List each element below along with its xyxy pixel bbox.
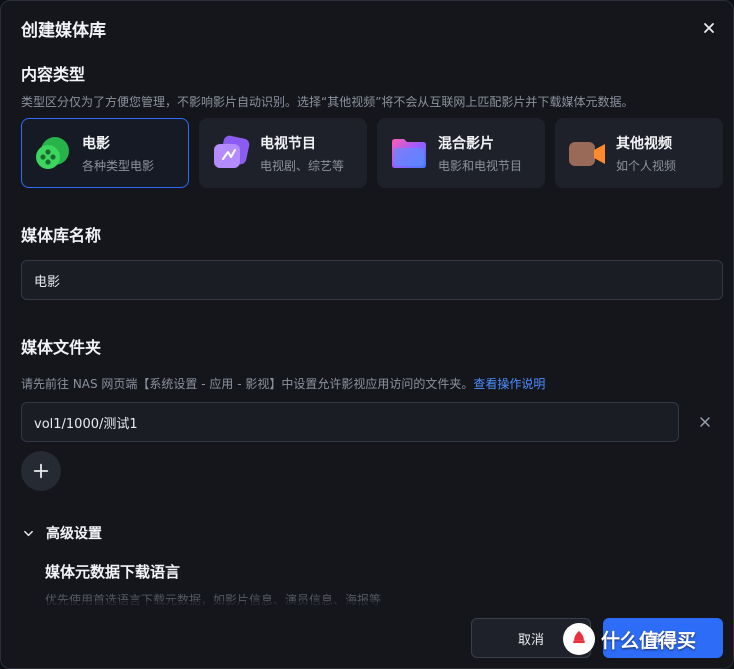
video-camera-icon [569, 142, 605, 166]
dialog-title: 创建媒体库 [21, 21, 106, 41]
film-reel-icon [36, 137, 69, 169]
instructions-link[interactable]: 查看操作说明 [473, 377, 545, 391]
library-name-title: 媒体库名称 [21, 226, 102, 245]
chevron-down-icon [24, 530, 33, 536]
media-folder-title: 媒体文件夹 [21, 338, 102, 357]
media-folder-hint: 请先前往 NAS 网页端【系统设置 - 应用 - 影视】中设置允许影视应用访问的… [21, 377, 474, 391]
advanced-settings-label: 高级设置 [46, 526, 102, 542]
type-option-label: 其他视频 [616, 135, 672, 152]
type-option-label: 电视节目 [260, 135, 316, 152]
content-type-options: 电影 各种类型电影 电视节目 电视剧、综艺等 混合影片 电影和电视节目 其他视频… [21, 118, 723, 188]
add-folder-button[interactable] [21, 451, 61, 491]
type-option-sub: 电影和电视节目 [438, 158, 523, 173]
library-name-input[interactable]: 电影 [21, 260, 723, 300]
content-type-description: 类型区分仅为了方便您管理，不影响影片自动识别。选择“其他视频”将不会从互联网上匹… [21, 95, 634, 109]
metadata-language-title: 媒体元数据下载语言 [45, 563, 181, 581]
folder-icon [392, 139, 426, 168]
type-option-movie[interactable]: 电影 各种类型电影 [21, 118, 189, 188]
media-folder-description: 请先前往 NAS 网页端【系统设置 - 应用 - 影视】中设置允许影视应用访问的… [21, 375, 545, 392]
cancel-button[interactable]: 取消 [471, 618, 591, 658]
confirm-button[interactable]: 确定 [603, 618, 723, 658]
remove-folder-icon[interactable] [697, 414, 713, 430]
type-option-sub: 电视剧、综艺等 [260, 158, 345, 173]
type-option-sub: 各种类型电影 [82, 158, 155, 173]
advanced-settings-toggle[interactable]: 高级设置 [23, 523, 102, 543]
close-icon[interactable] [699, 18, 719, 38]
type-option-other[interactable]: 其他视频 如个人视频 [555, 118, 723, 188]
folder-path-field[interactable]: vol1/1000/测试1 [21, 402, 679, 442]
tv-icon [214, 135, 250, 168]
type-option-mixed[interactable]: 混合影片 电影和电视节目 [377, 118, 545, 188]
type-option-tv[interactable]: 电视节目 电视剧、综艺等 [199, 118, 367, 188]
create-library-dialog: 创建媒体库 内容类型 类型区分仅为了方便您管理，不影响影片自动识别。选择“其他视… [0, 0, 734, 669]
type-option-sub: 如个人视频 [616, 158, 677, 173]
content-type-title: 内容类型 [21, 65, 86, 84]
plus-icon [33, 463, 49, 479]
type-option-label: 电影 [82, 135, 110, 152]
type-option-label: 混合影片 [438, 135, 494, 152]
